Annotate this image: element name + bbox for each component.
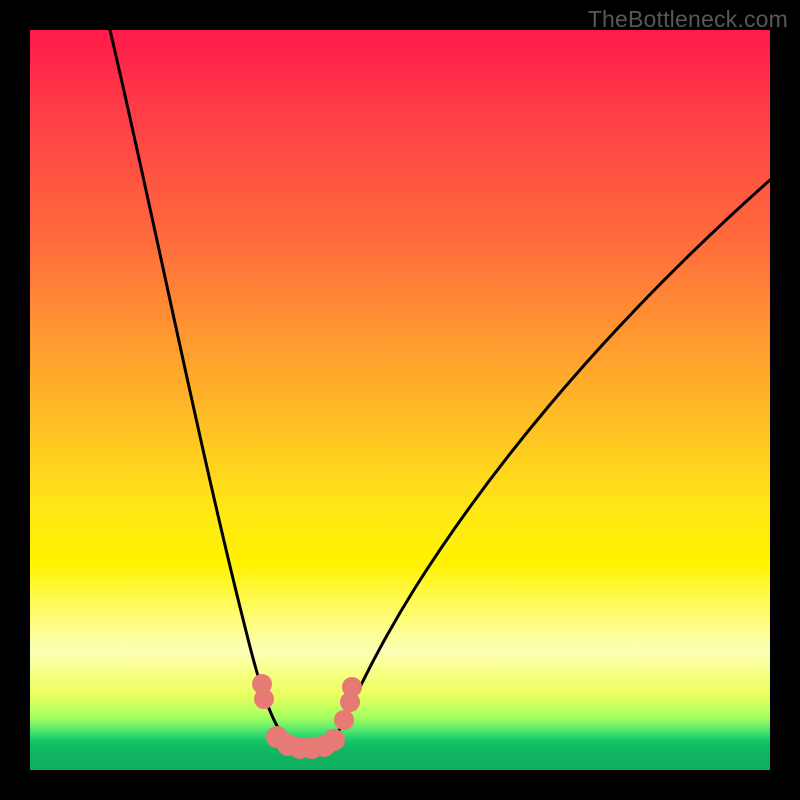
plot-area (30, 30, 770, 770)
watermark-text: TheBottleneck.com (588, 6, 788, 33)
curve-layer (30, 30, 770, 770)
trough-markers (252, 674, 362, 759)
curve-left (110, 30, 285, 738)
curve-right (335, 180, 770, 738)
chart-frame: TheBottleneck.com (0, 0, 800, 800)
